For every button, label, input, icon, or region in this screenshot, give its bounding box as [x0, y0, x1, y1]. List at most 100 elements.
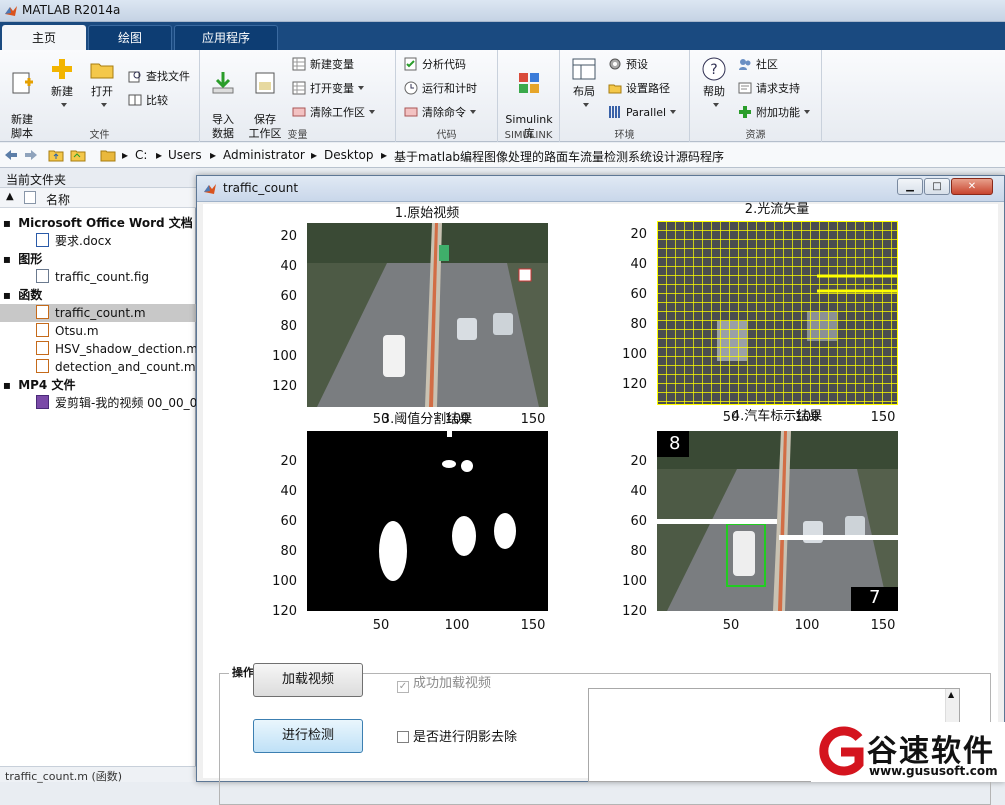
- set-path-button[interactable]: 设置路径: [608, 80, 670, 98]
- ribbon-group-resources: ? 帮助 社区 请求支持 附加功能 资源: [690, 50, 822, 142]
- ribbon-group-simulink: Simulink 库 SIMULINK: [498, 50, 560, 142]
- tab-plots[interactable]: 绘图: [88, 25, 172, 50]
- breadcrumb-desktop[interactable]: Desktop: [324, 148, 374, 162]
- breadcrumb-project-folder[interactable]: 基于matlab编程图像处理的路面车流量检测系统设计源码程序: [394, 148, 724, 165]
- community-icon: [739, 59, 751, 70]
- y-tick-label: 120: [622, 377, 647, 392]
- eraser-icon: [404, 107, 418, 117]
- open-variable-button[interactable]: 打开变量: [292, 80, 364, 98]
- layout-icon: [572, 58, 596, 80]
- simulink-library-button[interactable]: Simulink 库: [502, 56, 556, 141]
- compare-button[interactable]: 比较: [128, 92, 168, 110]
- table-icon: [292, 81, 306, 95]
- new-variable-button[interactable]: 新建变量: [292, 56, 354, 74]
- x-tick-label: 150: [520, 618, 546, 633]
- m-file-icon: [36, 323, 49, 337]
- folder-group-mp4[interactable]: ▪ MP4 文件: [0, 376, 196, 394]
- parallel-icon: [609, 106, 620, 118]
- up-folder-icon[interactable]: [48, 148, 64, 162]
- x-tick-label: 100: [794, 618, 820, 633]
- y-tick-label: 60: [630, 287, 647, 302]
- layout-button[interactable]: 布局: [566, 56, 602, 113]
- group-label-simulink: SIMULINK: [504, 130, 553, 141]
- breadcrumb-c[interactable]: C:: [135, 148, 147, 162]
- folder-icon: [90, 63, 114, 79]
- file-item[interactable]: Otsu.m: [0, 322, 196, 340]
- parallel-button[interactable]: Parallel: [608, 104, 677, 122]
- close-button[interactable]: ✕: [951, 178, 993, 195]
- count-right-label: 7: [869, 587, 881, 608]
- file-type-column-icon: [24, 191, 36, 204]
- breadcrumb-administrator[interactable]: Administrator: [223, 148, 305, 162]
- plot-title-detection: 4.汽车标示结果: [731, 409, 823, 424]
- chevron-down-icon: [369, 110, 375, 114]
- run-time-icon: [404, 81, 418, 95]
- window-title: traffic_count: [223, 181, 299, 195]
- ribbon-group-code: 分析代码 运行和计时 清除命令 代码: [396, 50, 498, 142]
- x-tick-label: 50: [722, 618, 740, 633]
- traffic-count-window: traffic_count ▁ □ ✕ 1.原始视频 20 40 60 80 1…: [196, 175, 1005, 805]
- mp4-file-icon: [36, 395, 49, 409]
- find-files-button[interactable]: 查找文件: [128, 68, 190, 86]
- file-item[interactable]: traffic_count.fig: [0, 268, 196, 286]
- app-title: MATLAB R2014a: [22, 3, 121, 17]
- y-tick-label: 100: [622, 347, 647, 362]
- maximize-button[interactable]: □: [924, 178, 950, 195]
- chevron-down-icon: [470, 110, 476, 114]
- community-button[interactable]: 社区: [738, 56, 778, 74]
- x-tick-label: 50: [372, 618, 390, 633]
- file-item-selected[interactable]: traffic_count.m: [0, 304, 196, 322]
- compare-icon: [128, 94, 142, 106]
- load-success-checkbox[interactable]: ✓ 成功加载视频: [397, 672, 491, 693]
- forward-arrow-icon[interactable]: [24, 149, 38, 161]
- svg-text:?: ?: [710, 62, 717, 78]
- group-label-environment: 环境: [614, 130, 635, 141]
- request-support-button[interactable]: 请求支持: [738, 80, 800, 98]
- plot-optical-flow: [657, 221, 898, 405]
- back-arrow-icon[interactable]: [4, 149, 18, 161]
- run-detection-button[interactable]: 进行检测: [253, 719, 363, 753]
- watermark: 谷速软件 www.gususoft.com: [811, 722, 1005, 782]
- file-item[interactable]: HSV_shadow_dection.m: [0, 340, 196, 358]
- minimize-button[interactable]: ▁: [897, 178, 923, 195]
- new-button[interactable]: 新建: [44, 56, 80, 113]
- breadcrumb-separator: ▸: [381, 148, 388, 162]
- y-tick-label: 40: [630, 257, 647, 272]
- matlab-logo-icon: [204, 184, 216, 194]
- clear-commands-button[interactable]: 清除命令: [404, 104, 476, 122]
- support-icon: [738, 82, 752, 94]
- preferences-button[interactable]: 预设: [608, 56, 648, 74]
- y-tick-label: 80: [630, 544, 647, 559]
- help-button[interactable]: ? 帮助: [696, 56, 732, 113]
- fig-file-icon: [36, 269, 49, 283]
- tab-apps[interactable]: 应用程序: [174, 25, 278, 50]
- shadow-removal-checkbox[interactable]: 是否进行阴影去除: [397, 726, 517, 745]
- y-tick-label: 40: [280, 259, 297, 274]
- folder-group-figures[interactable]: ▪ 图形: [0, 250, 196, 268]
- folder-group-functions[interactable]: ▪ 函数: [0, 286, 196, 304]
- breadcrumb-users[interactable]: Users: [168, 148, 202, 162]
- checkbox-checked-icon: ✓: [397, 681, 409, 693]
- name-column-header[interactable]: ▲ 名称: [0, 188, 196, 208]
- addons-button[interactable]: 附加功能: [738, 104, 810, 122]
- chevron-down-icon: [713, 103, 719, 107]
- load-video-button[interactable]: 加载视频: [253, 663, 363, 697]
- folder-group-word[interactable]: ▪ Microsoft Office Word 文档: [0, 214, 196, 232]
- sidebar-status: traffic_count.m (函数): [0, 766, 196, 783]
- clear-workspace-button[interactable]: 清除工作区: [292, 104, 375, 122]
- matlab-logo-icon: [5, 6, 17, 16]
- file-item[interactable]: detection_and_count.m: [0, 358, 196, 376]
- browse-folder-icon[interactable]: [70, 148, 86, 162]
- open-button[interactable]: 打开: [84, 56, 120, 113]
- checkbox-unchecked-icon: [397, 731, 409, 743]
- scroll-up-icon[interactable]: ▲: [948, 690, 954, 699]
- analyze-code-button[interactable]: 分析代码: [404, 56, 466, 74]
- ribbon-tabs: 主页 绘图 应用程序: [0, 22, 1005, 50]
- file-item[interactable]: 爱剪辑-我的视频 00_00_0: [0, 394, 196, 412]
- chevron-down-icon: [101, 103, 107, 107]
- file-item[interactable]: 要求.docx: [0, 232, 196, 250]
- tab-home[interactable]: 主页: [2, 25, 86, 50]
- breadcrumb-separator: ▸: [156, 148, 163, 162]
- chevron-down-icon: [358, 86, 364, 90]
- run-and-time-button[interactable]: 运行和计时: [404, 80, 477, 98]
